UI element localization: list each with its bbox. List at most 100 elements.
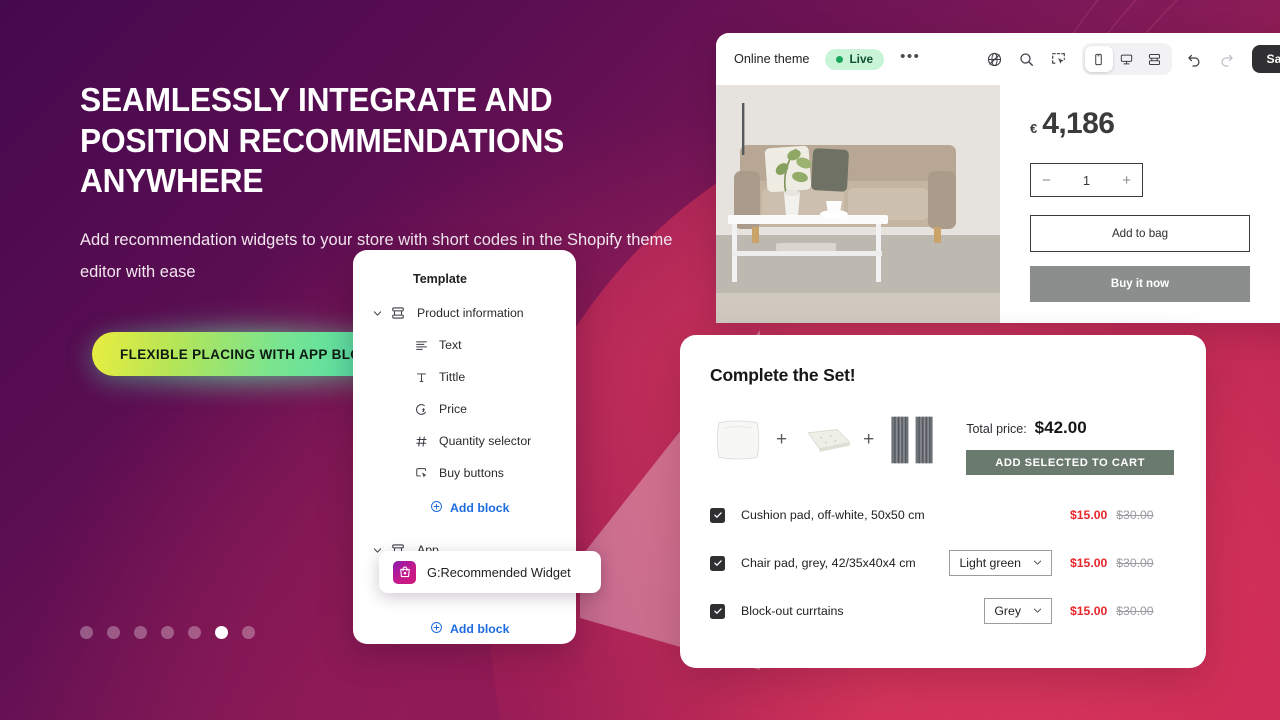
template-block-label: Price xyxy=(439,402,468,416)
template-block-text[interactable]: Text xyxy=(369,329,560,361)
status-dot-icon xyxy=(836,55,844,63)
mobile-icon[interactable] xyxy=(1084,46,1113,72)
hash-icon xyxy=(409,435,433,448)
template-group-product-information[interactable]: Product information xyxy=(369,297,560,329)
editor-theme-label: Online theme xyxy=(734,52,810,66)
price-tag-icon xyxy=(409,403,433,416)
editor-toolbar: Online theme Live ••• Sa xyxy=(716,33,1280,85)
add-selected-to-cart-button[interactable]: ADD SELECTED TO CART xyxy=(966,450,1174,475)
plus-symbol: + xyxy=(863,429,875,450)
device-preview-toggle-group xyxy=(1081,43,1172,75)
quantity-decrement-button[interactable]: − xyxy=(1042,172,1051,189)
carousel-dot-3[interactable] xyxy=(134,626,147,639)
template-block-tittle[interactable]: Tittle xyxy=(369,361,560,393)
template-block-label: Text xyxy=(439,338,462,352)
cushion-thumb xyxy=(710,412,766,468)
checkbox-checked-icon[interactable] xyxy=(710,555,725,571)
list-item[interactable]: Cushion pad, off-white, 50x50 cm $15.00 … xyxy=(710,491,1174,539)
plus-circle-icon xyxy=(430,621,443,637)
save-button[interactable]: Save xyxy=(1251,45,1280,73)
template-block-quantity-selector[interactable]: Quantity selector xyxy=(369,425,560,457)
compare-at-price: $30.00 xyxy=(1116,556,1154,570)
template-block-price[interactable]: Price xyxy=(369,393,560,425)
product-details-panel: € 4,186 − 1 + Add to bag Buy it now xyxy=(1000,85,1280,323)
chevron-down-icon[interactable] xyxy=(369,309,385,318)
add-block-label: Add block xyxy=(450,501,510,515)
more-options-button[interactable]: ••• xyxy=(900,49,920,69)
total-price-value: $42.00 xyxy=(1034,418,1087,437)
fullwidth-icon[interactable] xyxy=(1141,46,1169,72)
shopping-bag-icon xyxy=(393,560,416,584)
search-icon[interactable] xyxy=(1012,44,1042,74)
carousel-dots[interactable] xyxy=(80,626,255,639)
app-block-label: G:Recommended Widget xyxy=(427,564,571,580)
carousel-dot-5[interactable] xyxy=(188,626,201,639)
product-photo xyxy=(716,85,1000,323)
inspector-icon[interactable] xyxy=(1044,44,1074,74)
product-price: € 4,186 xyxy=(1030,107,1280,141)
add-to-bag-button[interactable]: Add to bag xyxy=(1030,215,1250,252)
widget-summary-row: + + Total price: $42.00 ADD SELECTED TO … xyxy=(710,412,1174,475)
price-pair: $15.00 $30.00 xyxy=(1070,556,1174,570)
plus-symbol: + xyxy=(776,429,788,450)
total-price-label: Total price: xyxy=(966,422,1027,436)
curtains-thumb xyxy=(884,412,940,468)
redo-icon[interactable] xyxy=(1212,44,1242,74)
list-item[interactable]: Block-out currtains Grey $15.00 $30.00 xyxy=(710,587,1174,635)
carousel-dot-7[interactable] xyxy=(242,626,255,639)
compare-at-price: $30.00 xyxy=(1116,604,1154,618)
globe-slash-icon[interactable] xyxy=(980,44,1010,74)
checkbox-checked-icon[interactable] xyxy=(710,603,725,619)
carousel-dot-1[interactable] xyxy=(80,626,93,639)
add-block-button-1[interactable]: Add block xyxy=(369,493,560,523)
product-name: Block-out currtains xyxy=(741,604,844,618)
buy-it-now-button[interactable]: Buy it now xyxy=(1030,266,1250,302)
editor-toolbar-actions: Save xyxy=(980,43,1280,75)
status-badge-label: Live xyxy=(849,52,874,66)
currency-symbol: € xyxy=(1030,121,1038,136)
chevron-down-icon xyxy=(1033,606,1042,617)
buy-button-icon xyxy=(409,467,433,480)
variant-select-light-green[interactable]: Light green xyxy=(949,550,1052,576)
quantity-value: 1 xyxy=(1082,172,1091,188)
compare-at-price: $30.00 xyxy=(1116,508,1154,522)
template-block-label: Buy buttons xyxy=(439,466,504,480)
quantity-stepper[interactable]: − 1 + xyxy=(1030,163,1143,197)
variant-value: Light green xyxy=(959,556,1021,570)
add-block-button-2[interactable]: Add block xyxy=(369,614,560,644)
sale-price: $15.00 xyxy=(1070,604,1108,618)
template-block-label: Tittle xyxy=(439,370,466,384)
plus-circle-icon xyxy=(430,500,443,516)
carousel-dot-4[interactable] xyxy=(161,626,174,639)
chevron-down-icon xyxy=(1033,558,1042,569)
price-pair: $15.00 $30.00 xyxy=(1070,508,1174,522)
chair-pad-thumb xyxy=(797,412,853,468)
theme-editor-template-panel: Template Product information Text Tittle… xyxy=(353,250,601,644)
carousel-dot-2[interactable] xyxy=(107,626,120,639)
text-T-icon xyxy=(409,371,433,384)
quantity-increment-button[interactable]: + xyxy=(1122,172,1131,189)
product-name: Chair pad, grey, 42/35x40x4 cm xyxy=(741,556,916,570)
variant-value: Grey xyxy=(994,604,1021,618)
price-value: 4,186 xyxy=(1042,107,1115,140)
variant-select-grey[interactable]: Grey xyxy=(984,598,1052,624)
template-block-buy-buttons[interactable]: Buy buttons xyxy=(369,457,560,489)
widget-title: Complete the Set! xyxy=(710,365,856,385)
template-block-label: Quantity selector xyxy=(439,434,532,448)
undo-icon[interactable] xyxy=(1180,44,1210,74)
product-name: Cushion pad, off-white, 50x50 cm xyxy=(741,508,925,522)
carousel-dot-6[interactable] xyxy=(215,626,228,639)
checkbox-checked-icon[interactable] xyxy=(710,507,725,523)
page-title: SEAMLESSLY INTEGRATE AND POSITION RECOMM… xyxy=(80,81,565,200)
editor-preview: € 4,186 − 1 + Add to bag Buy it now xyxy=(716,85,1280,323)
widget-total-block: Total price: $42.00 ADD SELECTED TO CART xyxy=(966,412,1174,475)
app-block-recommended-widget[interactable]: G:Recommended Widget xyxy=(379,551,601,593)
list-item[interactable]: Chair pad, grey, 42/35x40x4 cm Light gre… xyxy=(710,539,1174,587)
total-price-row: Total price: $42.00 xyxy=(966,418,1174,438)
sale-price: $15.00 xyxy=(1070,556,1108,570)
shopify-theme-editor-window: Online theme Live ••• Sa € 4,186 − 1 + A… xyxy=(716,33,1280,323)
add-block-label: Add block xyxy=(450,622,510,636)
text-align-icon xyxy=(409,339,433,352)
complete-the-set-widget: Complete the Set! + + Total price: $42.0… xyxy=(680,335,1206,668)
desktop-icon[interactable] xyxy=(1113,46,1141,72)
